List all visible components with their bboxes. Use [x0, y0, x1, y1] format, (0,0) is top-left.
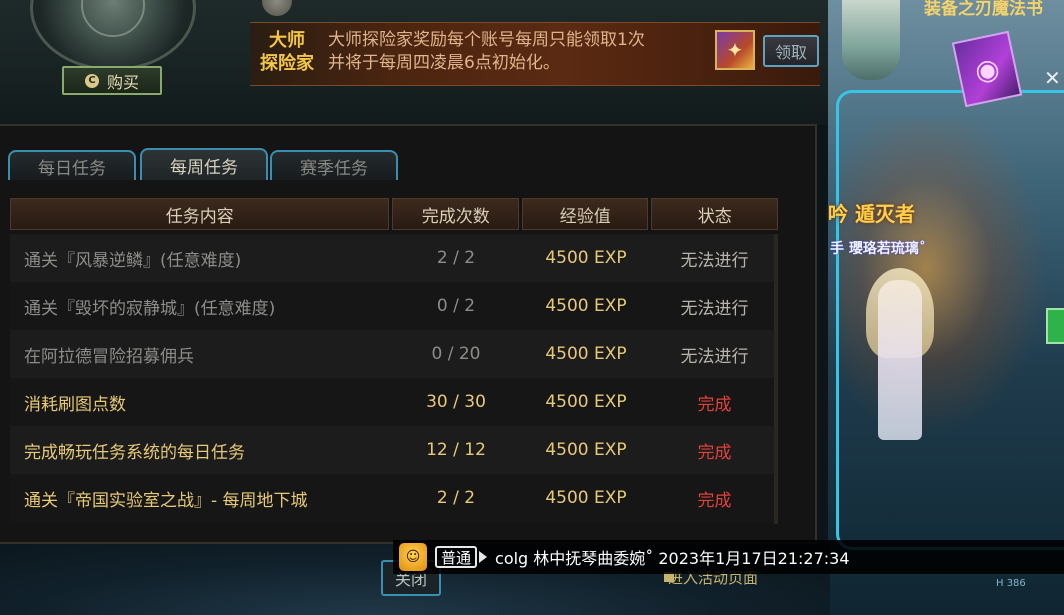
task-exp: 4500 EXP [545, 344, 627, 364]
character-sprite[interactable] [878, 280, 922, 440]
header-exp: 经验值 [521, 198, 649, 230]
side-green-button[interactable] [1046, 308, 1064, 344]
table-row: 消耗刷图点数 30 / 30 4500 EXP 完成 [10, 378, 778, 426]
notice-text-line1: 大师探险家奖励每个账号每周只能领取1次 [328, 30, 645, 50]
table-row: 通关『风暴逆鳞』(任意难度) 2 / 2 4500 EXP 无法进行 [10, 234, 778, 282]
smiley-icon: ☺ [399, 543, 427, 571]
task-name: 在阿拉德冒险招募佣兵 [24, 346, 194, 367]
coin-icon: C [84, 73, 99, 88]
task-status: 无法进行 [680, 346, 749, 367]
game-scene-panel: 装备之刃魔法书 ◉ ✕ 吟 遁灭者 手 瓔珞若琉璃˚ H 386 [828, 0, 1064, 615]
task-name: 通关『风暴逆鳞』(任意难度) [24, 250, 242, 271]
task-name: 完成畅玩任务系统的每日任务 [24, 442, 245, 463]
task-status: 完成 [697, 490, 732, 511]
task-count: 2 / 2 [436, 488, 476, 508]
player-name: 手 瓔珞若琉璃˚ [830, 241, 926, 257]
chat-notification: ☺ 普通 colg 林中抚琴曲委婉˚ 2023年1月17日21:27:34 [393, 540, 1064, 574]
task-status: 完成 [697, 394, 732, 415]
header-status: 状态 [651, 198, 778, 230]
task-exp: 4500 EXP [545, 488, 627, 508]
task-status: 完成 [697, 442, 732, 463]
stat-readout: H 386 [996, 578, 1026, 589]
task-name: 通关『帝国实验室之战』- 每周地下城 [24, 490, 308, 511]
header-count: 完成次数 [392, 198, 519, 230]
task-name: 消耗刷图点数 [24, 394, 126, 415]
task-exp: 4500 EXP [545, 440, 627, 460]
notice-text-line2: 并将于每周四凌晨6点初始化。 [328, 53, 560, 73]
task-exp: 4500 EXP [545, 392, 627, 412]
chat-message: colg 林中抚琴曲委婉˚ 2023年1月17日21:27:34 [495, 549, 850, 568]
notice-title: 大师 探险家 [256, 29, 318, 75]
buy-button[interactable]: C 购买 [62, 66, 162, 95]
notice-title-line1: 大师 [269, 30, 305, 51]
task-name: 通关『毁坏的寂静城』(任意难度) [24, 298, 276, 319]
character-portrait [842, 0, 900, 80]
tab-weekly[interactable]: 每周任务 [140, 148, 268, 180]
quest-panel: 每日任务 每周任务 赛季任务 任务内容 完成次数 经验值 状态 通关『风暴逆鳞』… [0, 124, 817, 544]
close-x-icon[interactable]: ✕ [1044, 66, 1061, 90]
task-count: 30 / 30 [426, 392, 486, 412]
header-task: 任务内容 [10, 198, 390, 230]
table-body: 通关『风暴逆鳞』(任意难度) 2 / 2 4500 EXP 无法进行 通关『毁坏… [10, 234, 778, 522]
task-exp: 4500 EXP [545, 296, 627, 316]
notice-text: 大师探险家奖励每个账号每周只能领取1次 并将于每周四凌晨6点初始化。 [328, 29, 698, 75]
task-count: 2 / 2 [436, 248, 476, 268]
table-row: 完成畅玩任务系统的每日任务 12 / 12 4500 EXP 完成 [10, 426, 778, 474]
table-header: 任务内容 完成次数 经验值 状态 [10, 198, 778, 230]
tab-season[interactable]: 赛季任务 [270, 150, 398, 180]
title-banner: 吟 遁灭者 [828, 202, 915, 226]
notice-title-line2: 探险家 [260, 53, 314, 74]
table-row: 在阿拉德冒险招募佣兵 0 / 20 4500 EXP 无法进行 [10, 330, 778, 378]
task-status: 无法进行 [680, 298, 749, 319]
task-count: 0 / 2 [436, 296, 476, 316]
task-exp: 4500 EXP [545, 248, 627, 268]
tab-daily[interactable]: 每日任务 [8, 150, 136, 180]
quest-table: 任务内容 完成次数 经验值 状态 通关『风暴逆鳞』(任意难度) 2 / 2 45… [10, 198, 778, 522]
buy-label: 购买 [106, 72, 139, 92]
table-scrollbar[interactable] [774, 234, 778, 524]
master-explorer-notice: 大师 探险家 大师探险家奖励每个账号每周只能领取1次 并将于每周四凌晨6点初始化… [250, 22, 820, 86]
task-status: 无法进行 [680, 250, 749, 271]
table-row: 通关『帝国实验室之战』- 每周地下城 2 / 2 4500 EXP 完成 [10, 474, 778, 522]
claim-button[interactable]: 领取 [763, 35, 819, 67]
task-count: 0 / 20 [431, 344, 481, 364]
reward-box-icon[interactable]: ✦ [715, 30, 755, 70]
magic-book-icon[interactable]: ◉ [951, 30, 1023, 108]
side-title: 装备之刃魔法书 [924, 0, 1043, 19]
table-row: 通关『毁坏的寂静城』(任意难度) 0 / 2 4500 EXP 无法进行 [10, 282, 778, 330]
chat-channel-badge[interactable]: 普通 [435, 546, 478, 568]
emblem-ring [81, 0, 145, 37]
arrow-right-icon [479, 551, 488, 563]
task-count: 12 / 12 [426, 440, 486, 460]
